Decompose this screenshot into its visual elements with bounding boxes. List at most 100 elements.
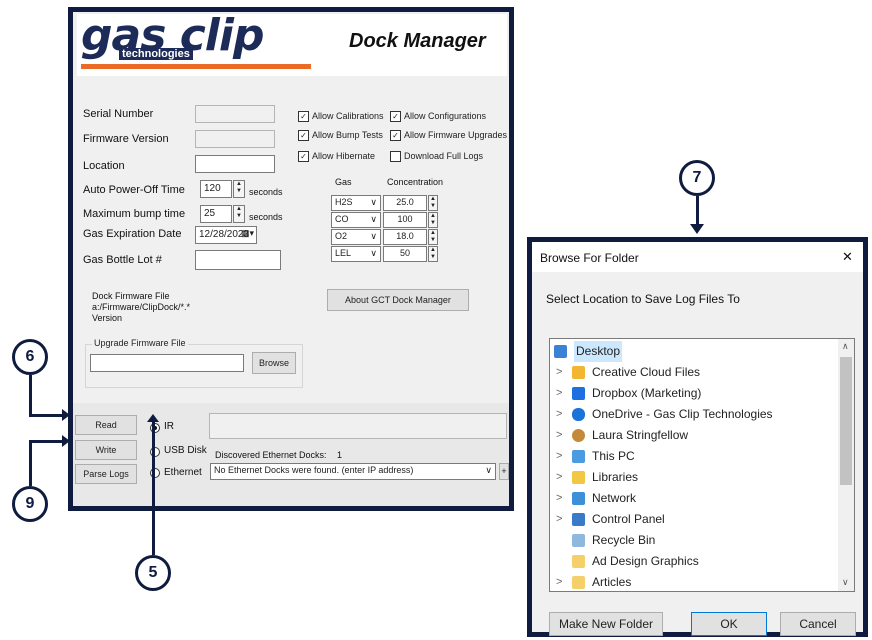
download-full-logs-checkbox[interactable]: Download Full Logs <box>390 151 483 163</box>
concentration-stepper[interactable]: ▲ ▼ <box>428 212 438 228</box>
tree-item-network[interactable]: > Network <box>550 488 838 509</box>
gas-select[interactable]: H2S ∨ <box>331 195 381 211</box>
auto-power-off-input[interactable]: 120 <box>200 180 232 198</box>
tree-item-ad-design[interactable]: Ad Design Graphics <box>550 551 838 572</box>
cancel-button[interactable]: Cancel <box>780 612 856 636</box>
make-new-folder-button[interactable]: Make New Folder <box>549 612 663 636</box>
chevron-right-icon[interactable]: > <box>556 446 562 467</box>
chevron-right-icon[interactable]: > <box>556 488 562 509</box>
gas-select[interactable]: LEL ∨ <box>331 246 381 262</box>
checkbox-box[interactable]: ✓ <box>390 111 401 123</box>
tree-item-recycle-bin[interactable]: Recycle Bin <box>550 530 838 551</box>
callout-9-line-v <box>29 440 32 486</box>
calendar-dropdown-icon[interactable]: ▦▾ <box>241 228 254 239</box>
parse-logs-button[interactable]: Parse Logs <box>75 464 137 484</box>
dock-firmware-version: Version <box>92 313 123 323</box>
tree-item-articles[interactable]: > Articles <box>550 572 838 590</box>
gas-name: H2S <box>335 197 353 207</box>
browse-button[interactable]: Browse <box>252 352 296 374</box>
firmware-version-field[interactable] <box>195 130 275 148</box>
allow-configurations-checkbox[interactable]: ✓ Allow Configurations <box>390 111 486 123</box>
auto-power-off-stepper[interactable]: ▲ ▼ <box>233 180 245 198</box>
location-label: Location <box>83 160 125 172</box>
dialog-instruction: Select Location to Save Log Files To <box>546 292 740 306</box>
tree-item-dropbox[interactable]: > Dropbox (Marketing) <box>550 383 838 404</box>
dock-firmware-path: a:/Firmware/ClipDock/*.* <box>92 302 191 312</box>
concentration-input[interactable]: 50 <box>383 246 427 262</box>
concentration-input[interactable]: 18.0 <box>383 229 427 245</box>
allow-firmware-upgrades-checkbox[interactable]: ✓ Allow Firmware Upgrades <box>390 130 507 142</box>
chevron-right-icon[interactable]: > <box>556 383 562 404</box>
concentration-stepper[interactable]: ▲ ▼ <box>428 195 438 211</box>
gas-expiration-label: Gas Expiration Date <box>83 228 182 240</box>
tree-item-desktop[interactable]: Desktop <box>550 341 838 362</box>
max-bump-input[interactable]: 25 <box>200 205 232 223</box>
user-icon <box>572 429 585 442</box>
folder-icon <box>572 576 585 589</box>
dock-firmware-title: Dock Firmware File <box>92 291 170 301</box>
checkbox-box[interactable] <box>390 151 401 163</box>
chevron-right-icon[interactable]: > <box>556 362 562 383</box>
chevron-right-icon[interactable]: > <box>556 404 562 425</box>
concentration-input[interactable]: 25.0 <box>383 195 427 211</box>
checkbox-box[interactable]: ✓ <box>298 111 309 123</box>
gas-bottle-lot-label: Gas Bottle Lot # <box>83 254 162 266</box>
recycle-bin-icon <box>572 534 585 547</box>
scroll-up-icon[interactable]: ∧ <box>842 341 849 352</box>
gas-name: LEL <box>335 248 352 258</box>
allow-bump-tests-checkbox[interactable]: ✓ Allow Bump Tests <box>298 130 383 142</box>
usb-disk-radio-label: USB Disk <box>164 445 207 456</box>
tree-item-user[interactable]: > Laura Stringfellow <box>550 425 838 446</box>
chevron-down-icon: ∨ <box>370 214 377 224</box>
ok-button[interactable]: OK <box>691 612 767 636</box>
tree-item-control-panel[interactable]: > Control Panel <box>550 509 838 530</box>
chevron-right-icon[interactable]: > <box>556 425 562 446</box>
read-button[interactable]: Read <box>75 415 137 435</box>
concentration-stepper[interactable]: ▲ ▼ <box>428 229 438 245</box>
concentration-value: 50 <box>399 248 410 258</box>
tree-item-libraries[interactable]: > Libraries <box>550 467 838 488</box>
dock-manager-window: gas clip technologies Dock Manager Seria… <box>68 7 514 511</box>
tree-item-creative-cloud[interactable]: > Creative Cloud Files <box>550 362 838 383</box>
allow-calibrations-checkbox[interactable]: ✓ Allow Calibrations <box>298 111 384 123</box>
scroll-thumb[interactable] <box>840 357 852 485</box>
checkbox-box[interactable]: ✓ <box>298 130 309 142</box>
callout-6: 6 <box>12 339 48 375</box>
gas-select[interactable]: CO ∨ <box>331 212 381 228</box>
chevron-right-icon[interactable]: > <box>556 467 562 488</box>
allow-hibernate-checkbox[interactable]: ✓ Allow Hibernate <box>298 151 376 163</box>
tree-item-label: Desktop <box>574 341 623 362</box>
serial-number-field[interactable] <box>195 105 275 123</box>
concentration-stepper[interactable]: ▲ ▼ <box>428 246 438 262</box>
location-field[interactable] <box>195 155 275 173</box>
concentration-value: 25.0 <box>396 197 414 207</box>
concentration-input[interactable]: 100 <box>383 212 427 228</box>
checkbox-label: Allow Hibernate <box>312 151 376 161</box>
chevron-down-icon[interactable]: ∨ <box>485 465 492 476</box>
checkbox-label: Allow Calibrations <box>312 111 384 121</box>
checkbox-box[interactable]: ✓ <box>390 130 401 142</box>
dropbox-icon <box>572 387 585 400</box>
gas-expiration-date-picker[interactable]: 12/28/2023 ▦▾ <box>195 226 257 244</box>
checkbox-box[interactable]: ✓ <box>298 151 309 163</box>
add-ethernet-button[interactable]: + <box>499 463 509 480</box>
tree-item-this-pc[interactable]: > This PC <box>550 446 838 467</box>
concentration-value: 100 <box>397 214 413 224</box>
chevron-right-icon[interactable]: > <box>556 509 562 530</box>
network-icon <box>572 492 585 505</box>
tree-scrollbar[interactable]: ∧ ∨ <box>838 339 854 591</box>
scroll-down-icon[interactable]: ∨ <box>842 577 849 588</box>
callout-7-arrow <box>690 224 704 234</box>
upgrade-firmware-path-input[interactable] <box>90 354 244 372</box>
gas-bottle-lot-field[interactable] <box>195 250 281 270</box>
callout-6-arrow <box>62 409 70 421</box>
write-button[interactable]: Write <box>75 440 137 460</box>
tree-item-onedrive[interactable]: > OneDrive - Gas Clip Technologies <box>550 404 838 425</box>
max-bump-stepper[interactable]: ▲ ▼ <box>233 205 245 223</box>
gas-clip-logo: gas clip technologies <box>77 10 337 76</box>
gas-select[interactable]: O2 ∨ <box>331 229 381 245</box>
about-button[interactable]: About GCT Dock Manager <box>327 289 469 311</box>
close-icon[interactable]: ✕ <box>842 249 853 265</box>
chevron-right-icon[interactable]: > <box>556 572 562 590</box>
ethernet-address-select[interactable]: No Ethernet Docks were found. (enter IP … <box>210 463 496 480</box>
